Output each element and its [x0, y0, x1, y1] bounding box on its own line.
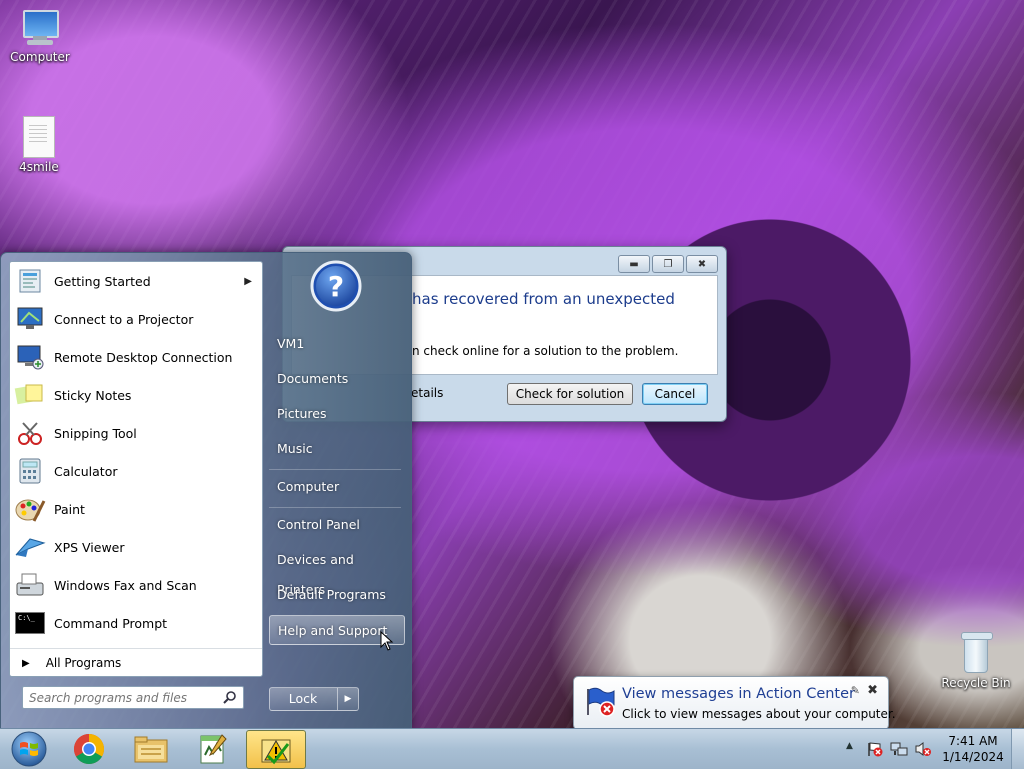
computer-icon — [19, 8, 61, 48]
action-center-notification[interactable]: View messages in Action Center Click to … — [573, 676, 896, 738]
submenu-arrow-icon: ▶ — [244, 275, 252, 287]
programs-pane: Getting Started ▶ Connect to a Projector… — [9, 261, 263, 677]
mouse-cursor-icon — [380, 631, 394, 651]
search-input[interactable] — [27, 687, 221, 708]
program-item-xps-viewer[interactable]: XPS Viewer — [10, 530, 262, 564]
start-link-documents[interactable]: Documents — [269, 364, 405, 394]
show-desktop-button[interactable] — [1011, 729, 1024, 769]
cmd-glyph: C:\_ — [15, 612, 45, 634]
search-box[interactable] — [22, 686, 244, 709]
program-label: Command Prompt — [54, 615, 168, 631]
svg-text:?: ? — [328, 270, 344, 303]
getting-started-icon — [14, 266, 46, 296]
program-label: Remote Desktop Connection — [54, 349, 233, 365]
lock-button[interactable]: Lock ▶ — [269, 687, 359, 711]
desktop-icon-label: Computer — [10, 50, 70, 64]
taskbar-file-explorer[interactable] — [124, 730, 178, 767]
projector-icon — [14, 304, 46, 334]
volume-muted-icon[interactable] — [914, 741, 932, 757]
program-item-getting-started[interactable]: Getting Started ▶ — [10, 264, 262, 298]
restore-icon[interactable]: ❐ — [652, 255, 684, 273]
remote-desktop-icon — [14, 342, 46, 372]
text-file-icon — [23, 116, 55, 158]
program-item-sticky-notes[interactable]: Sticky Notes — [10, 378, 262, 412]
help-question-icon: ? — [309, 259, 363, 313]
taskbar: ▲ 7:41 AM 1/14/2024 — [0, 728, 1024, 769]
start-link-user[interactable]: VM1 — [269, 329, 405, 359]
start-link-control-panel[interactable]: Control Panel — [269, 510, 405, 540]
shutdown-options-arrow-icon[interactable]: ▶ — [337, 688, 358, 710]
clock-date: 1/14/2024 — [942, 750, 1004, 764]
close-icon[interactable]: ✖ — [686, 255, 718, 273]
program-label: Sticky Notes — [54, 387, 132, 403]
system-clock[interactable]: 7:41 AM 1/14/2024 — [938, 733, 1008, 765]
all-programs-button[interactable]: ▶ All Programs — [10, 648, 262, 677]
start-link-music[interactable]: Music — [269, 434, 405, 464]
desktop-icon-computer[interactable]: Computer — [4, 8, 76, 64]
network-icon[interactable] — [890, 741, 908, 757]
program-label: Paint — [54, 501, 85, 517]
action-center-app-icon — [261, 739, 291, 764]
action-center-tray-icon[interactable] — [866, 741, 884, 757]
start-link-default-programs[interactable]: Default Programs — [269, 580, 405, 610]
taskbar-notepad-app[interactable] — [186, 730, 240, 767]
desktop-icon-recycle-bin[interactable]: Recycle Bin — [940, 632, 1012, 690]
desktop-icon-label: 4smile — [19, 160, 59, 174]
lock-label: Lock — [288, 691, 318, 706]
start-link-pictures[interactable]: Pictures — [269, 399, 405, 429]
program-item-connect-projector[interactable]: Connect to a Projector — [10, 302, 262, 336]
fax-scan-icon — [14, 570, 46, 600]
start-link-computer[interactable]: Computer — [269, 472, 405, 502]
program-item-snipping-tool[interactable]: Snipping Tool — [10, 416, 262, 450]
desktop-icon-label: Recycle Bin — [941, 676, 1011, 690]
action-center-flag-icon — [587, 687, 615, 717]
program-item-calculator[interactable]: Calculator — [10, 454, 262, 488]
start-orb-icon — [11, 731, 47, 766]
pin-icon[interactable]: ✎ — [851, 684, 860, 697]
details-link[interactable]: etails — [411, 386, 443, 400]
program-item-paint[interactable]: Paint — [10, 492, 262, 526]
triangle-right-icon: ▶ — [22, 657, 30, 669]
taskbar-chrome[interactable] — [62, 730, 116, 767]
notification-title[interactable]: View messages in Action Center — [622, 686, 855, 702]
program-label: Calculator — [54, 463, 118, 479]
sticky-notes-icon — [14, 380, 46, 410]
program-item-fax-scan[interactable]: Windows Fax and Scan — [10, 568, 262, 602]
close-icon[interactable]: ✖ — [867, 683, 878, 698]
program-item-remote-desktop[interactable]: Remote Desktop Connection — [10, 340, 262, 374]
separator — [269, 507, 401, 508]
show-hidden-icons-icon[interactable]: ▲ — [846, 741, 853, 751]
program-item-command-prompt[interactable]: C:\_ Command Prompt — [10, 606, 262, 640]
desktop-icon-4smile[interactable]: 4smile — [3, 116, 75, 174]
program-label: XPS Viewer — [54, 539, 125, 555]
recycle-bin-icon — [961, 632, 993, 674]
taskbar-action-center-app[interactable] — [246, 730, 306, 769]
cancel-button[interactable]: Cancel — [642, 383, 708, 405]
paint-icon — [14, 494, 46, 524]
calculator-icon — [14, 456, 46, 486]
program-label: Connect to a Projector — [54, 311, 194, 327]
check-for-solution-button[interactable]: Check for solution — [507, 383, 633, 405]
all-programs-label: All Programs — [45, 656, 122, 670]
dialog-caption-buttons: ▬ ❐ ✖ — [618, 255, 718, 273]
start-menu: Getting Started ▶ Connect to a Projector… — [0, 252, 412, 730]
program-label: Snipping Tool — [54, 425, 137, 441]
snipping-tool-icon — [14, 418, 46, 448]
program-label: Windows Fax and Scan — [54, 577, 197, 593]
search-icon[interactable] — [223, 690, 237, 704]
dialog-headline: has recovered from an unexpected — [412, 290, 675, 308]
xps-viewer-icon — [14, 532, 46, 562]
notepad-app-icon — [200, 733, 227, 763]
dialog-message: n check online for a solution to the pro… — [412, 344, 679, 358]
clock-time: 7:41 AM — [948, 734, 998, 748]
minimize-icon[interactable]: ▬ — [618, 255, 650, 273]
command-prompt-icon: C:\_ — [14, 608, 46, 638]
file-explorer-icon — [134, 736, 168, 762]
separator — [269, 469, 401, 470]
program-label: Getting Started — [54, 273, 151, 289]
start-button[interactable] — [2, 730, 56, 767]
start-link-devices-printers[interactable]: Devices and Printers — [269, 545, 405, 597]
chrome-icon — [73, 733, 105, 764]
notification-subtitle: Click to view messages about your comput… — [622, 707, 896, 721]
